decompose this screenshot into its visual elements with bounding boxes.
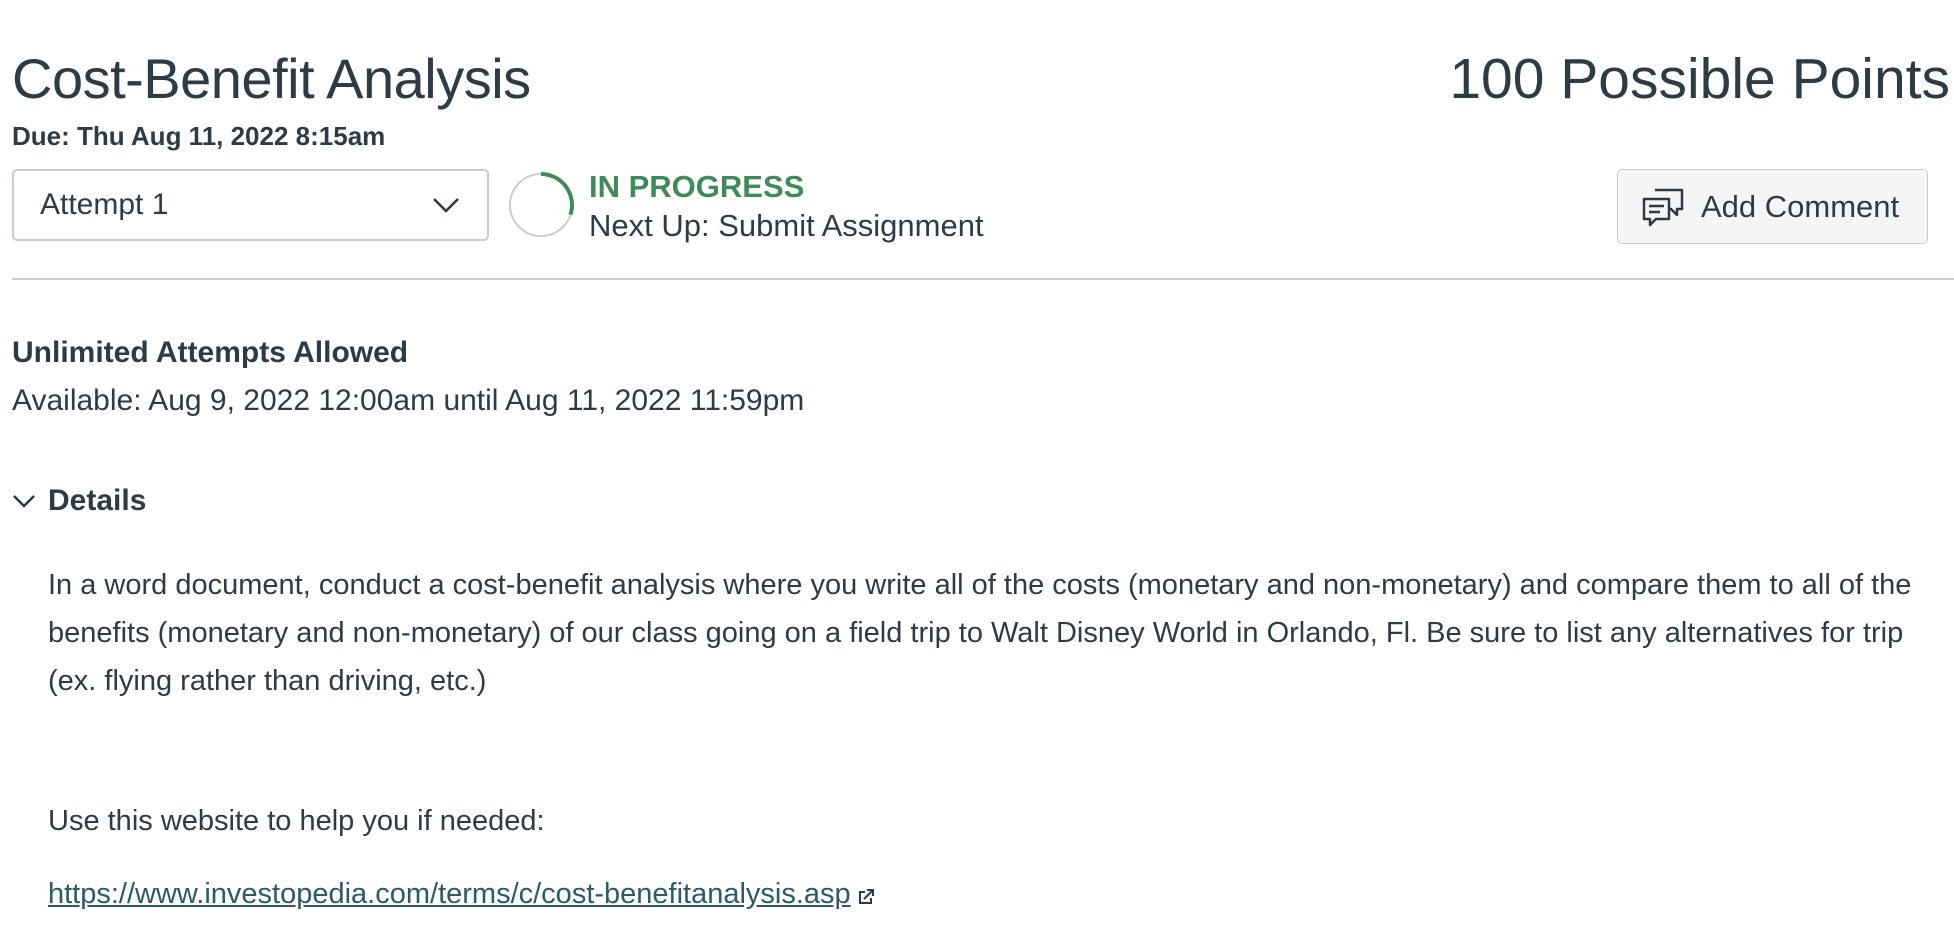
attempt-select[interactable]: Attempt 1 xyxy=(12,169,489,241)
details-label: Details xyxy=(48,484,147,517)
next-up-label: Next Up: Submit Assignment xyxy=(589,208,984,243)
progress-ring-icon xyxy=(509,172,574,237)
add-comment-label: Add Comment xyxy=(1701,188,1900,224)
comment-icon xyxy=(1642,188,1684,226)
chevron-down-icon xyxy=(13,495,35,508)
details-toggle[interactable]: Details xyxy=(12,482,146,520)
resource-link-row: https://www.investopedia.com/terms/c/cos… xyxy=(48,875,875,913)
attempt-select-value: Attempt 1 xyxy=(40,188,169,221)
external-link-icon xyxy=(858,889,874,904)
status-label: IN PROGRESS xyxy=(589,169,805,204)
header-divider xyxy=(12,278,1954,280)
chevron-down-icon xyxy=(433,198,459,213)
attempts-allowed: Unlimited Attempts Allowed xyxy=(12,336,409,369)
possible-points: 100 Possible Points xyxy=(1449,47,1950,111)
assignment-description: In a word document, conduct a cost-benef… xyxy=(48,569,1912,697)
help-text: Use this website to help you if needed: xyxy=(48,805,545,837)
resource-link[interactable]: https://www.investopedia.com/terms/c/cos… xyxy=(48,875,851,913)
add-comment-button[interactable]: Add Comment xyxy=(1617,169,1928,244)
availability-dates: Available: Aug 9, 2022 12:00am until Aug… xyxy=(12,384,805,417)
assignment-page: Cost-Benefit Analysis 100 Possible Point… xyxy=(0,0,1954,948)
page-title: Cost-Benefit Analysis xyxy=(12,47,531,110)
due-date: Due: Thu Aug 11, 2022 8:15am xyxy=(12,121,386,151)
